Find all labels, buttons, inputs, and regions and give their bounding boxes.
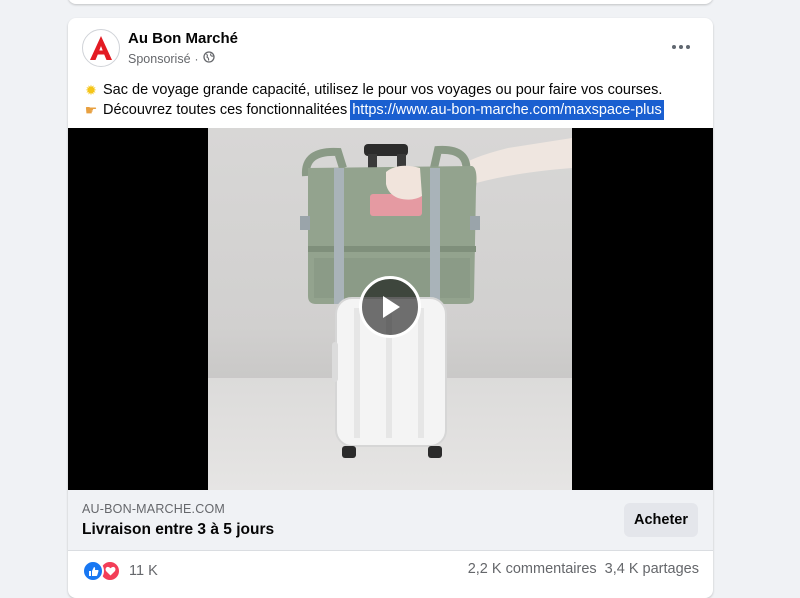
- stats-right: 2,2 K commentaires 3,4 K partages: [468, 561, 699, 577]
- product-link[interactable]: https://www.au-bon-marche.com/maxspace-p…: [350, 100, 664, 120]
- more-options-icon[interactable]: [663, 34, 699, 60]
- sponsored-label[interactable]: Sponsorisé: [128, 52, 191, 66]
- sun-emoji-icon: ✹: [85, 82, 97, 98]
- post-text-2: Découvrez toutes ces fonctionnalitées: [103, 102, 348, 118]
- sponsored-post: Au Bon Marché Sponsorisé · ✹ Sac de voya…: [68, 18, 713, 598]
- post-header: Au Bon Marché Sponsorisé ·: [68, 18, 713, 74]
- like-reaction-icon: [82, 560, 104, 582]
- page-name-link[interactable]: Au Bon Marché: [128, 30, 238, 47]
- preview-headline[interactable]: Livraison entre 3 à 5 jours: [82, 521, 274, 539]
- video-player[interactable]: [68, 128, 713, 490]
- preview-domain: AU-BON-MARCHE.COM: [82, 502, 225, 516]
- play-icon[interactable]: [359, 276, 421, 338]
- meta-separator: ·: [194, 51, 199, 66]
- pointing-hand-emoji-icon: ☛: [84, 102, 98, 118]
- engagement-bar: 11 K 2,2 K commentaires 3,4 K partages: [68, 551, 713, 587]
- buy-button[interactable]: Acheter: [624, 503, 698, 537]
- globe-icon[interactable]: [202, 51, 215, 66]
- shares-count[interactable]: 3,4 K partages: [605, 561, 699, 577]
- brand-logo-icon: [90, 36, 112, 60]
- post-text-line-2: ☛ Découvrez toutes ces fonctionnalitées …: [82, 100, 699, 120]
- post-meta: Sponsorisé ·: [128, 51, 215, 66]
- link-preview[interactable]: AU-BON-MARCHE.COM Livraison entre 3 à 5 …: [68, 490, 713, 551]
- previous-post-card: [68, 0, 713, 4]
- post-text-line-1: ✹ Sac de voyage grande capacité, utilise…: [82, 80, 699, 100]
- comments-count[interactable]: 2,2 K commentaires: [468, 561, 597, 577]
- page-avatar[interactable]: [82, 29, 120, 67]
- reaction-count[interactable]: 11 K: [129, 563, 158, 579]
- post-message: ✹ Sac de voyage grande capacité, utilise…: [82, 80, 699, 120]
- reactions-summary[interactable]: 11 K: [82, 560, 158, 582]
- post-text-1: Sac de voyage grande capacité, utilisez …: [103, 82, 663, 98]
